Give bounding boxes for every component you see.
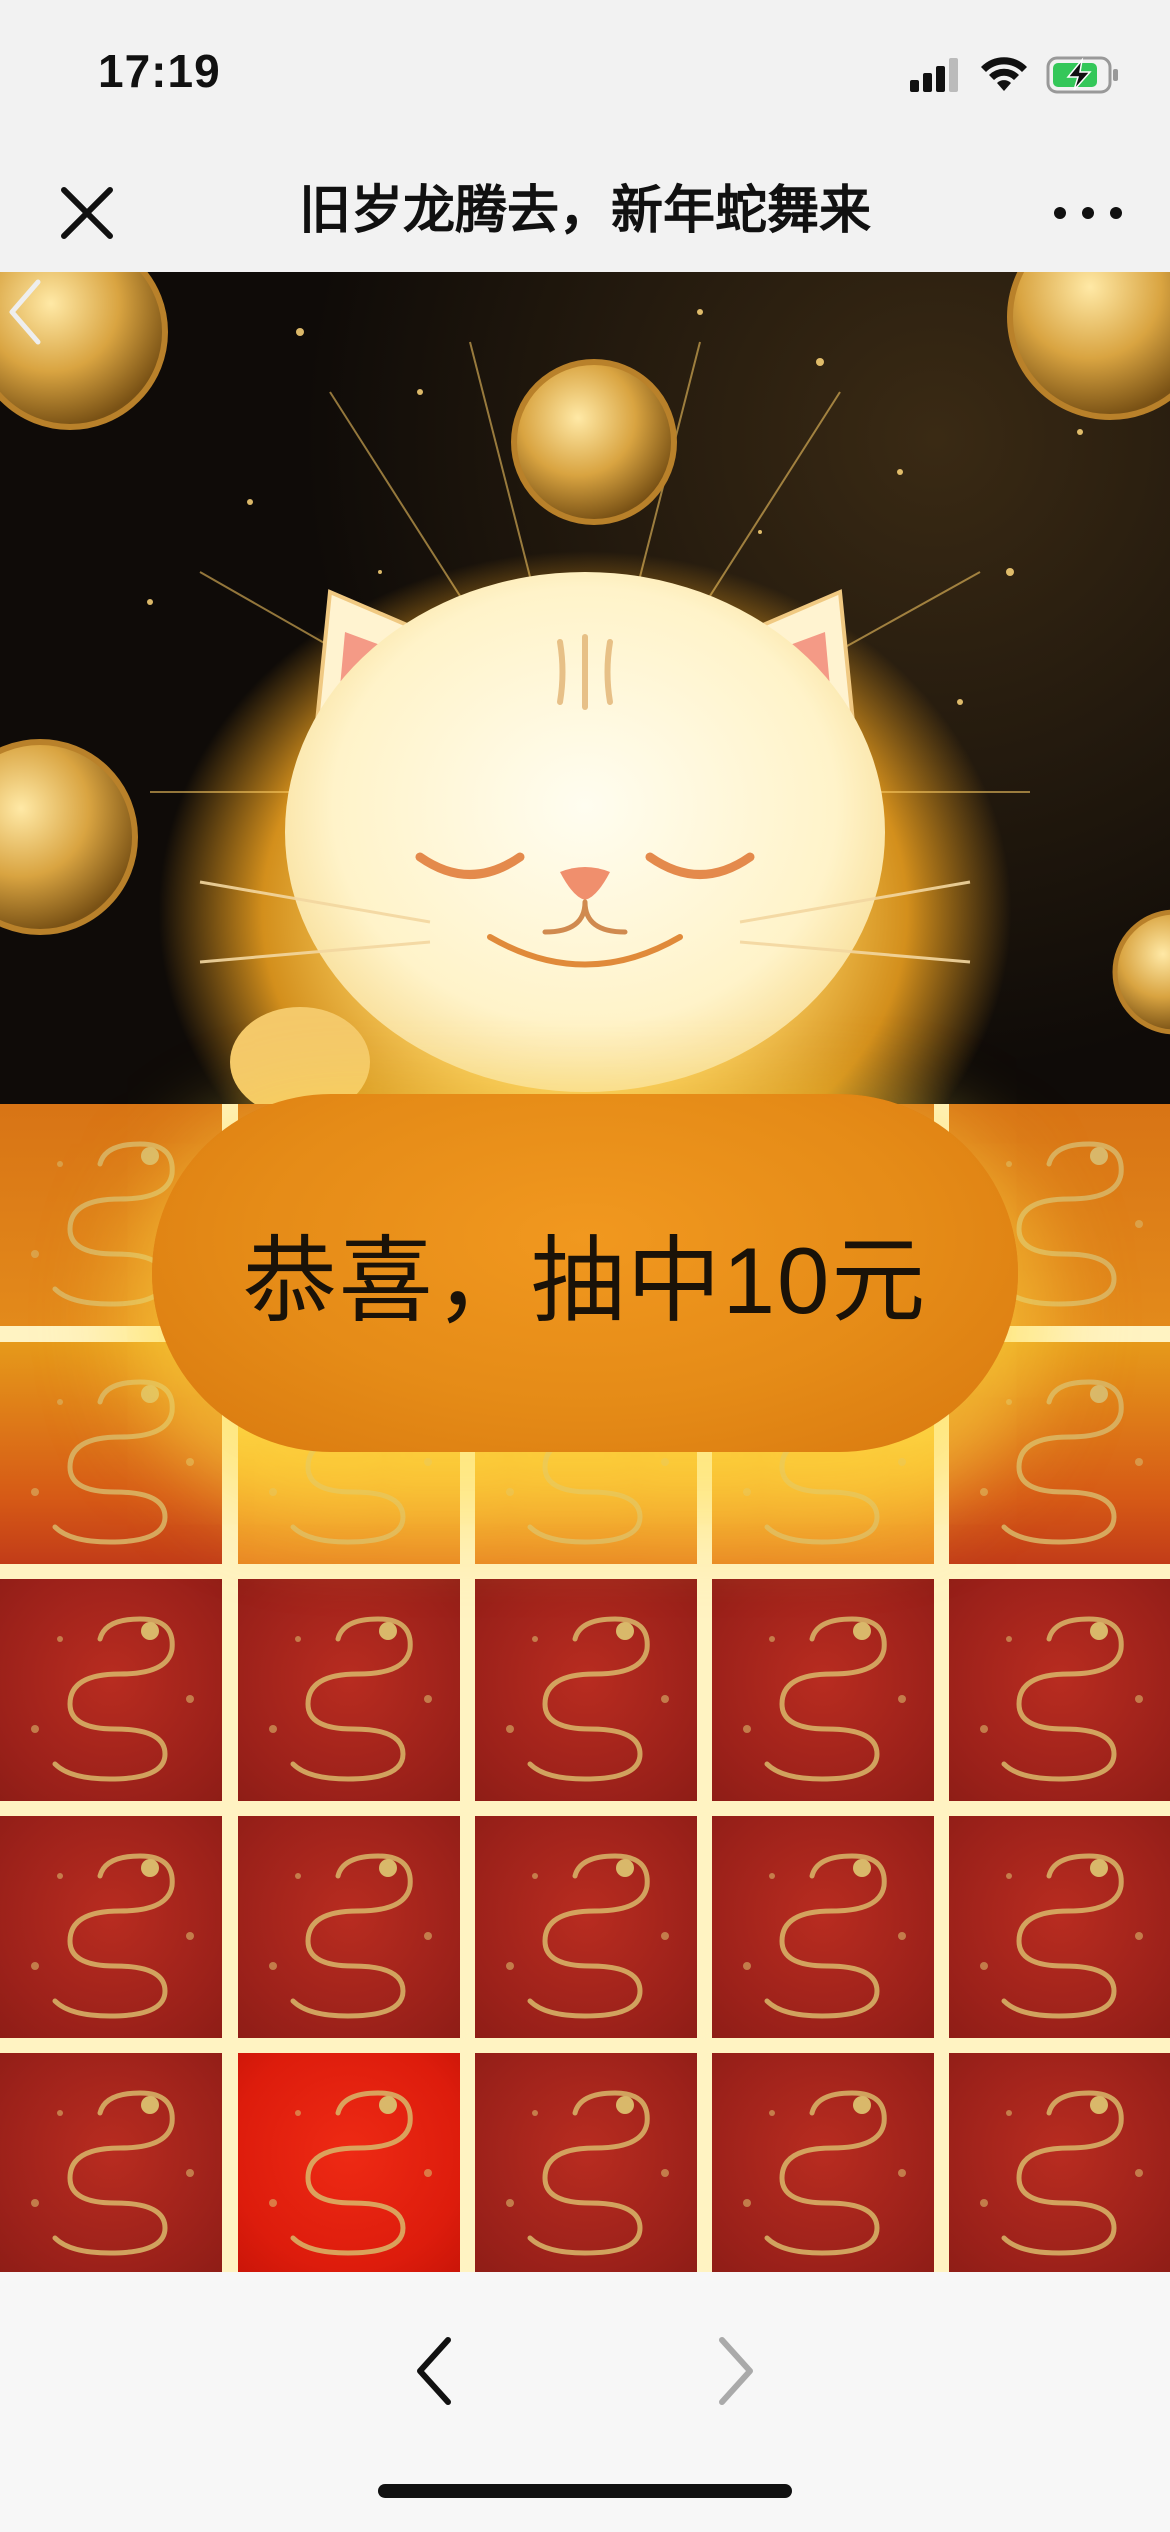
lottery-tile-selected[interactable] bbox=[238, 2053, 460, 2275]
wifi-icon bbox=[981, 57, 1027, 91]
signal-icon bbox=[910, 58, 958, 92]
lottery-tile[interactable] bbox=[712, 1579, 934, 1801]
battery-charging-icon bbox=[1046, 56, 1118, 94]
result-banner: 恭喜，抽中10元 bbox=[152, 1094, 1018, 1452]
lottery-tile[interactable] bbox=[238, 1579, 460, 1801]
snake-icon bbox=[743, 1853, 906, 2019]
lottery-tile[interactable] bbox=[238, 1816, 460, 2038]
snake-icon bbox=[31, 1616, 194, 1782]
chevron-left-icon[interactable] bbox=[0, 272, 50, 352]
snake-icon bbox=[269, 1853, 432, 2019]
home-indicator bbox=[378, 2484, 792, 2498]
lottery-tile[interactable] bbox=[475, 2053, 697, 2275]
snake-icon bbox=[31, 2090, 194, 2256]
snake-icon bbox=[31, 1853, 194, 2019]
snake-icon bbox=[980, 1616, 1143, 1782]
lottery-tile[interactable] bbox=[949, 1816, 1170, 2038]
result-text: 恭喜，抽中10元 bbox=[242, 1228, 928, 1333]
status-time: 17:19 bbox=[98, 45, 221, 97]
snake-icon bbox=[506, 2090, 669, 2256]
page-title: 旧岁龙腾去，新年蛇舞来 bbox=[298, 182, 871, 240]
snake-icon bbox=[743, 1616, 906, 1782]
lottery-tile[interactable] bbox=[949, 2053, 1170, 2275]
snake-icon bbox=[506, 1853, 669, 2019]
lottery-tile[interactable] bbox=[0, 2053, 222, 2275]
snake-icon bbox=[269, 2090, 432, 2256]
lottery-tile[interactable] bbox=[0, 1816, 222, 2038]
lottery-tile[interactable] bbox=[475, 1816, 697, 2038]
more-icon[interactable] bbox=[1046, 178, 1130, 248]
lottery-tile[interactable] bbox=[712, 1816, 934, 2038]
status-icons bbox=[910, 50, 1120, 100]
lottery-tile[interactable] bbox=[0, 1579, 222, 1801]
back-button[interactable] bbox=[400, 2326, 470, 2416]
lottery-tile[interactable] bbox=[949, 1579, 1170, 1801]
status-bar: 17:19 bbox=[0, 0, 1170, 150]
snake-icon bbox=[506, 1616, 669, 1782]
lottery-tile[interactable] bbox=[712, 2053, 934, 2275]
nav-bar: 旧岁龙腾去，新年蛇舞来 bbox=[0, 150, 1170, 272]
snake-icon bbox=[980, 2090, 1143, 2256]
snake-icon bbox=[743, 2090, 906, 2256]
lottery-tile[interactable] bbox=[475, 1579, 697, 1801]
snake-icon bbox=[269, 1616, 432, 1782]
lucky-cat-illustration bbox=[0, 272, 1170, 1104]
bottom-toolbar bbox=[0, 2272, 1170, 2532]
snake-icon bbox=[980, 1853, 1143, 2019]
forward-button[interactable] bbox=[700, 2326, 770, 2416]
hero-image bbox=[0, 272, 1170, 1104]
close-icon[interactable] bbox=[52, 178, 122, 248]
